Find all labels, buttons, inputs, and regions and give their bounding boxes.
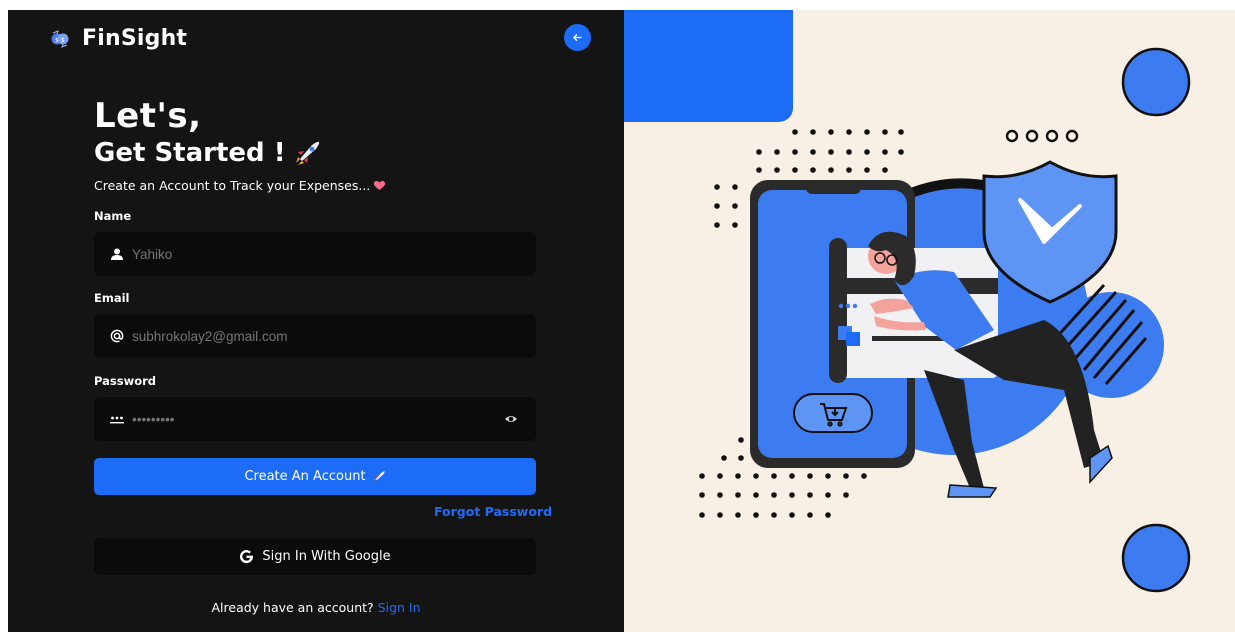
bottom-right-circle [1121,523,1191,593]
subtitle-text: Create an Account to Track your Expenses… [94,178,371,193]
heading-line-2: Get Started ! [94,138,322,168]
email-field[interactable] [94,314,536,358]
rocket-icon [373,471,385,482]
password-input[interactable] [132,411,492,427]
currency-exchange-icon: $ $ [51,29,69,48]
password-dots-icon [110,412,124,426]
card-dots [838,303,858,309]
svg-text:$: $ [61,37,65,44]
name-label: Name [94,209,132,223]
back-button[interactable] [564,24,591,51]
heading-line-1: Let's, [94,96,202,136]
illustration-panel [624,10,1235,632]
security-illustration [624,10,1191,593]
corner-blue-fill [624,10,664,122]
password-label: Password [94,374,156,388]
name-field[interactable] [94,232,536,276]
brand: $ $ FinSight [50,26,187,51]
signin-prompt-text: Already have an account? [211,600,374,615]
google-signin-button[interactable]: Sign In With Google [94,538,536,575]
email-label: Email [94,291,130,305]
create-account-label: Create An Account [244,469,366,484]
rocket-icon [295,141,319,165]
signin-prompt: Already have an account? Sign In [8,600,624,615]
name-input[interactable] [132,246,492,262]
signup-panel: $ $ FinSight Let's, Get Started ! Create… [8,10,624,632]
signin-link[interactable]: Sign In [378,600,421,615]
brand-name: FinSight [82,26,188,51]
heading-line-2-text: Get Started ! [94,138,286,168]
create-account-button[interactable]: Create An Account [94,458,536,495]
phone-notch [806,182,861,194]
subtitle: Create an Account to Track your Expenses… [94,178,386,193]
svg-text:$: $ [55,37,59,44]
arrow-left-icon [572,34,582,41]
eye-icon[interactable] [504,412,518,426]
top-right-circle [1121,47,1191,117]
ring-dots [1005,129,1079,143]
google-signin-label: Sign In With Google [262,549,391,564]
heart-icon [374,180,386,190]
email-input[interactable] [132,328,492,344]
at-icon [110,329,124,343]
forgot-password-link[interactable]: Forgot Password [434,504,552,519]
user-icon [110,247,124,261]
card-left-edge [829,238,847,383]
google-g-icon [240,550,254,564]
card-chip-2 [846,332,860,346]
password-field[interactable] [94,397,536,441]
